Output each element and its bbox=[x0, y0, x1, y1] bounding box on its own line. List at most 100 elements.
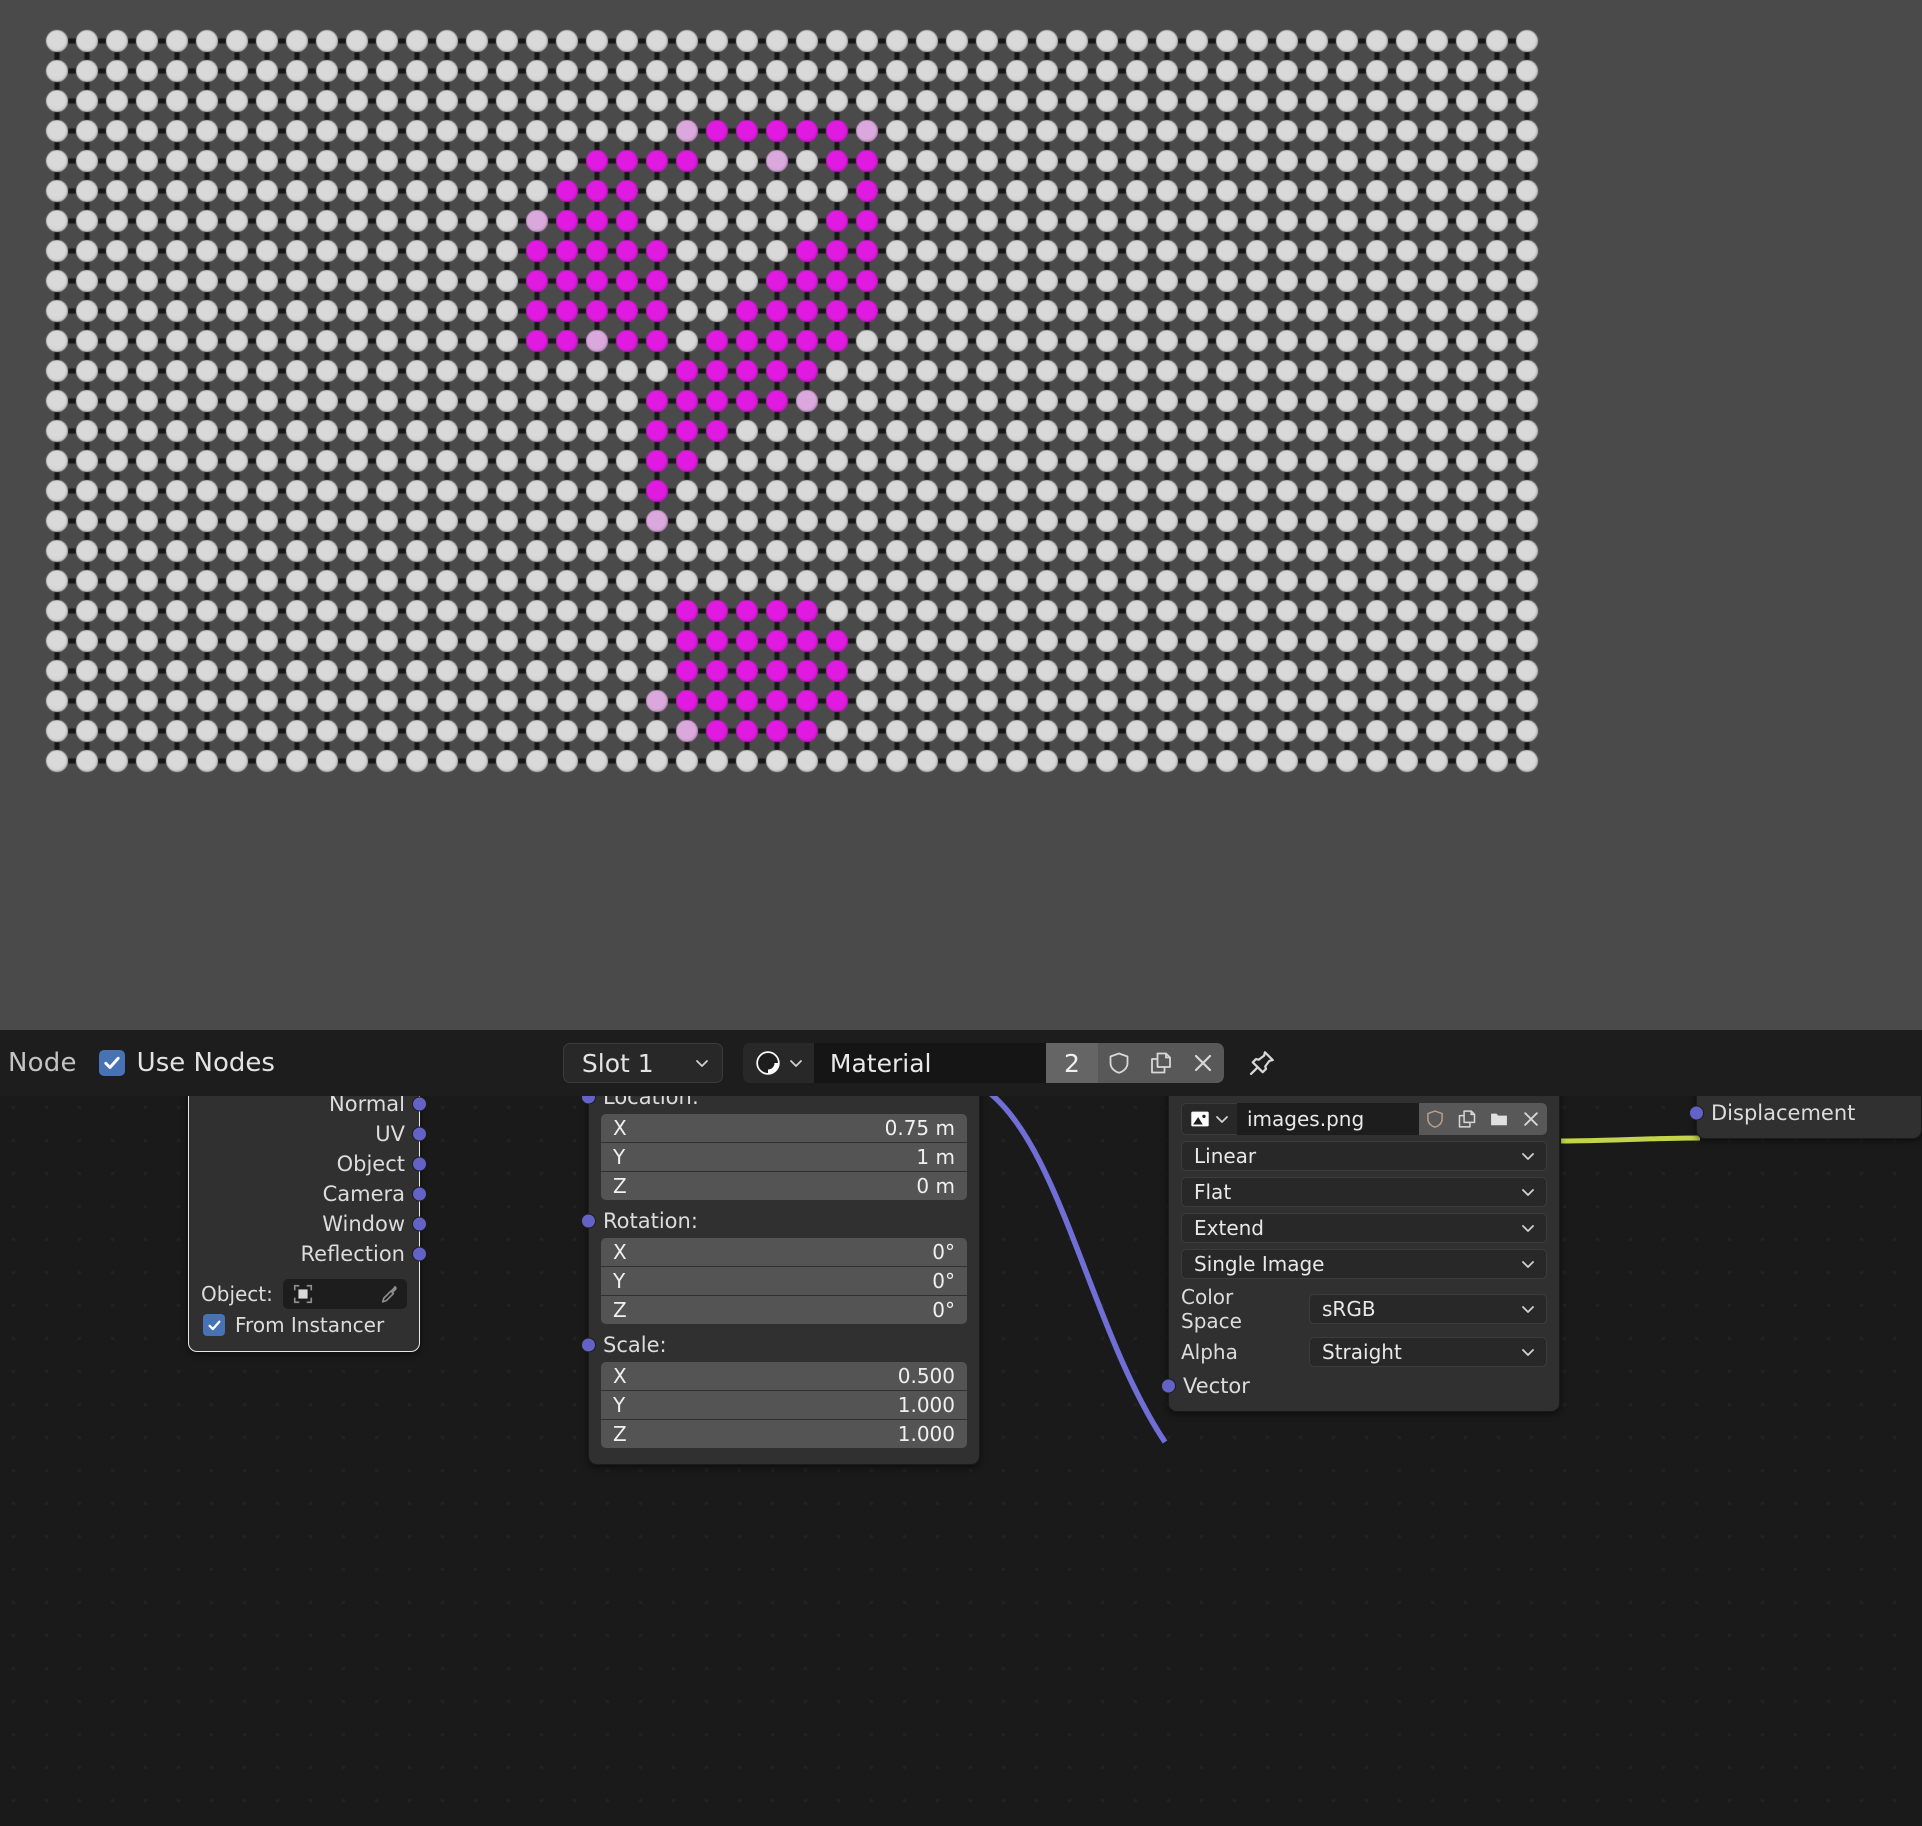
unlink-material-button[interactable] bbox=[1181, 1043, 1224, 1083]
axis-label: Z bbox=[613, 1422, 627, 1446]
pin-id-button[interactable] bbox=[1242, 1043, 1282, 1083]
new-material-button[interactable] bbox=[1139, 1043, 1182, 1083]
object-picker-row[interactable]: Object: bbox=[189, 1279, 419, 1309]
from-instancer-label: From Instancer bbox=[235, 1313, 385, 1337]
chevron-down-icon bbox=[1520, 1301, 1536, 1317]
eyedropper-icon[interactable] bbox=[377, 1283, 399, 1305]
node-image-texture[interactable]: images.png Color Alpha bbox=[1161, 1096, 1560, 1412]
object-field[interactable] bbox=[282, 1279, 407, 1309]
node-material-output[interactable]: Material Output All Surface Volume Displ… bbox=[1689, 1096, 1922, 1139]
fake-user-button[interactable] bbox=[1097, 1043, 1140, 1083]
material-users-count[interactable]: 2 bbox=[1045, 1043, 1098, 1083]
shader-node-editor[interactable]: Texture Coordinate Generated Normal UV O… bbox=[0, 1096, 1922, 1826]
socket-uv[interactable] bbox=[412, 1126, 427, 1142]
chevron-down-icon bbox=[1520, 1220, 1536, 1236]
image-icon bbox=[1191, 1111, 1209, 1127]
link-color-to-surface bbox=[1560, 1135, 1701, 1144]
location-y-field[interactable]: Y 1 m bbox=[601, 1143, 967, 1171]
material-sphere-icon bbox=[755, 1050, 781, 1076]
socket-window[interactable] bbox=[412, 1216, 427, 1232]
socket-label: Normal bbox=[329, 1096, 405, 1116]
scale-fields: X 0.500 Y 1.000 Z 1.000 bbox=[589, 1362, 979, 1448]
socket-reflection[interactable] bbox=[412, 1246, 427, 1262]
from-instancer-toggle[interactable]: From Instancer bbox=[189, 1313, 419, 1337]
axis-value: 0.500 bbox=[897, 1364, 955, 1388]
node-mapping[interactable]: Mapping Vector Type: Point Vector bbox=[581, 1096, 980, 1465]
axis-label: X bbox=[613, 1364, 627, 1388]
socket-row-displacement[interactable]: Displacement bbox=[1689, 1098, 1921, 1128]
rotation-x-field[interactable]: X 0° bbox=[601, 1238, 967, 1266]
axis-value: 1 m bbox=[916, 1145, 955, 1169]
alpha-mode-row[interactable]: Alpha Straight bbox=[1169, 1337, 1559, 1367]
socket-displacement[interactable] bbox=[1689, 1105, 1704, 1121]
image-name-field[interactable]: images.png bbox=[1237, 1103, 1419, 1135]
socket-row-reflection[interactable]: Reflection bbox=[189, 1239, 427, 1269]
projection-dropdown[interactable]: Flat bbox=[1181, 1177, 1547, 1207]
checkbox-checked-icon[interactable] bbox=[98, 1050, 125, 1076]
alpha-mode-dropdown[interactable]: Straight bbox=[1309, 1337, 1547, 1367]
socket-row-vector-in[interactable]: Vector bbox=[1161, 1371, 1559, 1401]
axis-value: 0 m bbox=[916, 1174, 955, 1198]
axis-value: 0° bbox=[932, 1298, 955, 1322]
link-mapping-to-image-vector bbox=[988, 1096, 1168, 1444]
socket-row-uv[interactable]: UV bbox=[189, 1119, 427, 1149]
socket-row-normal[interactable]: Normal bbox=[189, 1096, 427, 1119]
scale-z-field[interactable]: Z 1.000 bbox=[601, 1420, 967, 1448]
chevron-down-icon bbox=[1520, 1148, 1536, 1164]
color-space-label: Color Space bbox=[1181, 1285, 1242, 1333]
source-dropdown[interactable]: Single Image bbox=[1181, 1249, 1547, 1279]
axis-label: X bbox=[613, 1240, 627, 1264]
socket-camera[interactable] bbox=[412, 1186, 427, 1202]
socket-row-camera[interactable]: Camera bbox=[189, 1179, 427, 1209]
alpha-mode-value: Straight bbox=[1322, 1340, 1402, 1364]
scale-label: Scale: bbox=[603, 1333, 667, 1357]
image-browse-button[interactable] bbox=[1181, 1103, 1237, 1135]
color-space-value: sRGB bbox=[1322, 1297, 1376, 1321]
image-open-button[interactable] bbox=[1483, 1103, 1515, 1135]
image-fake-user-button[interactable] bbox=[1419, 1103, 1451, 1135]
location-z-field[interactable]: Z 0 m bbox=[601, 1172, 967, 1200]
location-x-field[interactable]: X 0.75 m bbox=[601, 1114, 967, 1142]
socket-row-window[interactable]: Window bbox=[189, 1209, 427, 1239]
socket-row-location[interactable]: Location: bbox=[581, 1096, 979, 1112]
socket-row-scale[interactable]: Scale: bbox=[581, 1330, 979, 1360]
material-browse-button[interactable] bbox=[742, 1043, 814, 1083]
material-name-field[interactable]: Material bbox=[813, 1043, 1046, 1083]
image-copy-button[interactable] bbox=[1451, 1103, 1483, 1135]
socket-label: Camera bbox=[322, 1182, 405, 1206]
pin-icon bbox=[1249, 1051, 1274, 1076]
location-fields: X 0.75 m Y 1 m Z 0 m bbox=[589, 1114, 979, 1200]
material-slot-value: Slot 1 bbox=[581, 1048, 654, 1078]
socket-label: Displacement bbox=[1711, 1101, 1856, 1125]
socket-row-object[interactable]: Object bbox=[189, 1149, 427, 1179]
extension-dropdown[interactable]: Extend bbox=[1181, 1213, 1547, 1243]
socket-vector-input[interactable] bbox=[1161, 1378, 1176, 1394]
chevron-down-icon bbox=[1520, 1184, 1536, 1200]
axis-label: Y bbox=[613, 1393, 626, 1417]
socket-scale[interactable] bbox=[581, 1337, 596, 1353]
socket-rotation[interactable] bbox=[581, 1213, 596, 1229]
axis-value: 0.75 m bbox=[884, 1116, 955, 1140]
socket-object[interactable] bbox=[412, 1156, 427, 1172]
copy-icon bbox=[1458, 1110, 1476, 1128]
rotation-z-field[interactable]: Z 0° bbox=[601, 1296, 967, 1324]
socket-row-rotation[interactable]: Rotation: bbox=[581, 1206, 979, 1236]
axis-label: Z bbox=[613, 1298, 627, 1322]
material-slot-dropdown[interactable]: Slot 1 bbox=[562, 1043, 723, 1083]
socket-normal[interactable] bbox=[412, 1096, 427, 1112]
interpolation-dropdown[interactable]: Linear bbox=[1181, 1141, 1547, 1171]
scale-y-field[interactable]: Y 1.000 bbox=[601, 1391, 967, 1419]
node-texture-coordinate[interactable]: Texture Coordinate Generated Normal UV O… bbox=[188, 1096, 427, 1352]
image-unlink-button[interactable] bbox=[1515, 1103, 1547, 1135]
3d-viewport[interactable] bbox=[0, 0, 1922, 1030]
viewport-instanced-grid bbox=[0, 0, 1922, 1030]
checkbox-checked-icon[interactable] bbox=[203, 1314, 225, 1336]
node-menu[interactable]: Node bbox=[8, 1048, 77, 1078]
scale-x-field[interactable]: X 0.500 bbox=[601, 1362, 967, 1390]
source-value: Single Image bbox=[1194, 1252, 1325, 1276]
shield-icon bbox=[1427, 1110, 1443, 1128]
rotation-y-field[interactable]: Y 0° bbox=[601, 1267, 967, 1295]
color-space-row[interactable]: Color Space sRGB bbox=[1169, 1285, 1559, 1333]
use-nodes-toggle[interactable]: Use Nodes bbox=[98, 1048, 275, 1078]
color-space-dropdown[interactable]: sRGB bbox=[1309, 1294, 1547, 1324]
